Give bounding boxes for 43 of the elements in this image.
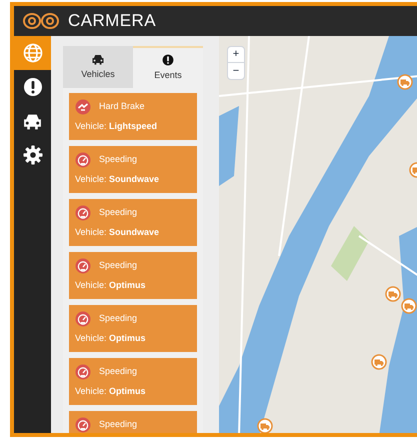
truck-marker-icon[interactable] — [385, 286, 401, 302]
zoom-out-button[interactable]: − — [228, 63, 244, 79]
vehicle-name: Vehicle: Soundwave — [75, 226, 160, 239]
event-card[interactable]: Speeding Vehicle: Optimus — [69, 252, 197, 299]
event-type: Speeding — [99, 206, 138, 220]
event-card[interactable]: Hard Brake Vehicle: Lightspeed — [69, 93, 197, 140]
truck-marker-icon[interactable] — [371, 354, 387, 370]
vehicle-name: Vehicle: Lightspeed — [75, 120, 158, 133]
event-type: Speeding — [99, 418, 138, 432]
speedometer-icon — [75, 258, 91, 274]
tab[interactable]: Vehicles — [63, 46, 133, 88]
speedometer-icon — [75, 417, 91, 433]
app-title: CARMERA — [68, 10, 156, 32]
speedometer-icon — [75, 311, 91, 327]
event-type: Speeding — [99, 312, 138, 326]
vehicle-name: Vehicle: Optimus — [75, 332, 147, 345]
truck-marker-icon[interactable] — [401, 298, 417, 314]
logo-icon — [22, 12, 60, 30]
truck-marker-icon[interactable] — [257, 418, 273, 433]
truck-marker-icon[interactable] — [397, 74, 413, 90]
vehicle-name: Vehicle: Soundwave — [75, 173, 160, 186]
event-card[interactable]: Speeding Vehicle: Optimus — [69, 358, 197, 405]
zoom-in-button[interactable]: + — [228, 47, 244, 63]
vehicle-name: Vehicle: Optimus — [75, 385, 147, 398]
event-card[interactable]: Speeding Vehicle: Optimus — [69, 305, 197, 352]
event-card[interactable]: Speeding Vehicle: Soundwave — [69, 199, 197, 246]
speedometer-icon — [75, 205, 91, 221]
car-icon — [91, 54, 105, 66]
car-icon — [22, 112, 43, 130]
event-type: Speeding — [99, 259, 138, 272]
event-type: Speeding — [99, 365, 138, 378]
alert-icon — [22, 77, 42, 97]
brake-icon — [75, 99, 91, 115]
vehicle-name: Vehicle: Optimus — [75, 279, 147, 292]
alert-icon — [162, 54, 174, 66]
speedometer-icon — [75, 152, 91, 168]
settings-icon — [22, 145, 42, 165]
globe-icon — [22, 43, 42, 63]
speedometer-icon — [75, 364, 91, 380]
event-type: Hard Brake — [99, 100, 145, 114]
event-card[interactable]: Speeding — [69, 411, 197, 433]
event-card[interactable]: Speeding Vehicle: Soundwave — [69, 146, 197, 193]
event-type: Speeding — [99, 153, 138, 166]
